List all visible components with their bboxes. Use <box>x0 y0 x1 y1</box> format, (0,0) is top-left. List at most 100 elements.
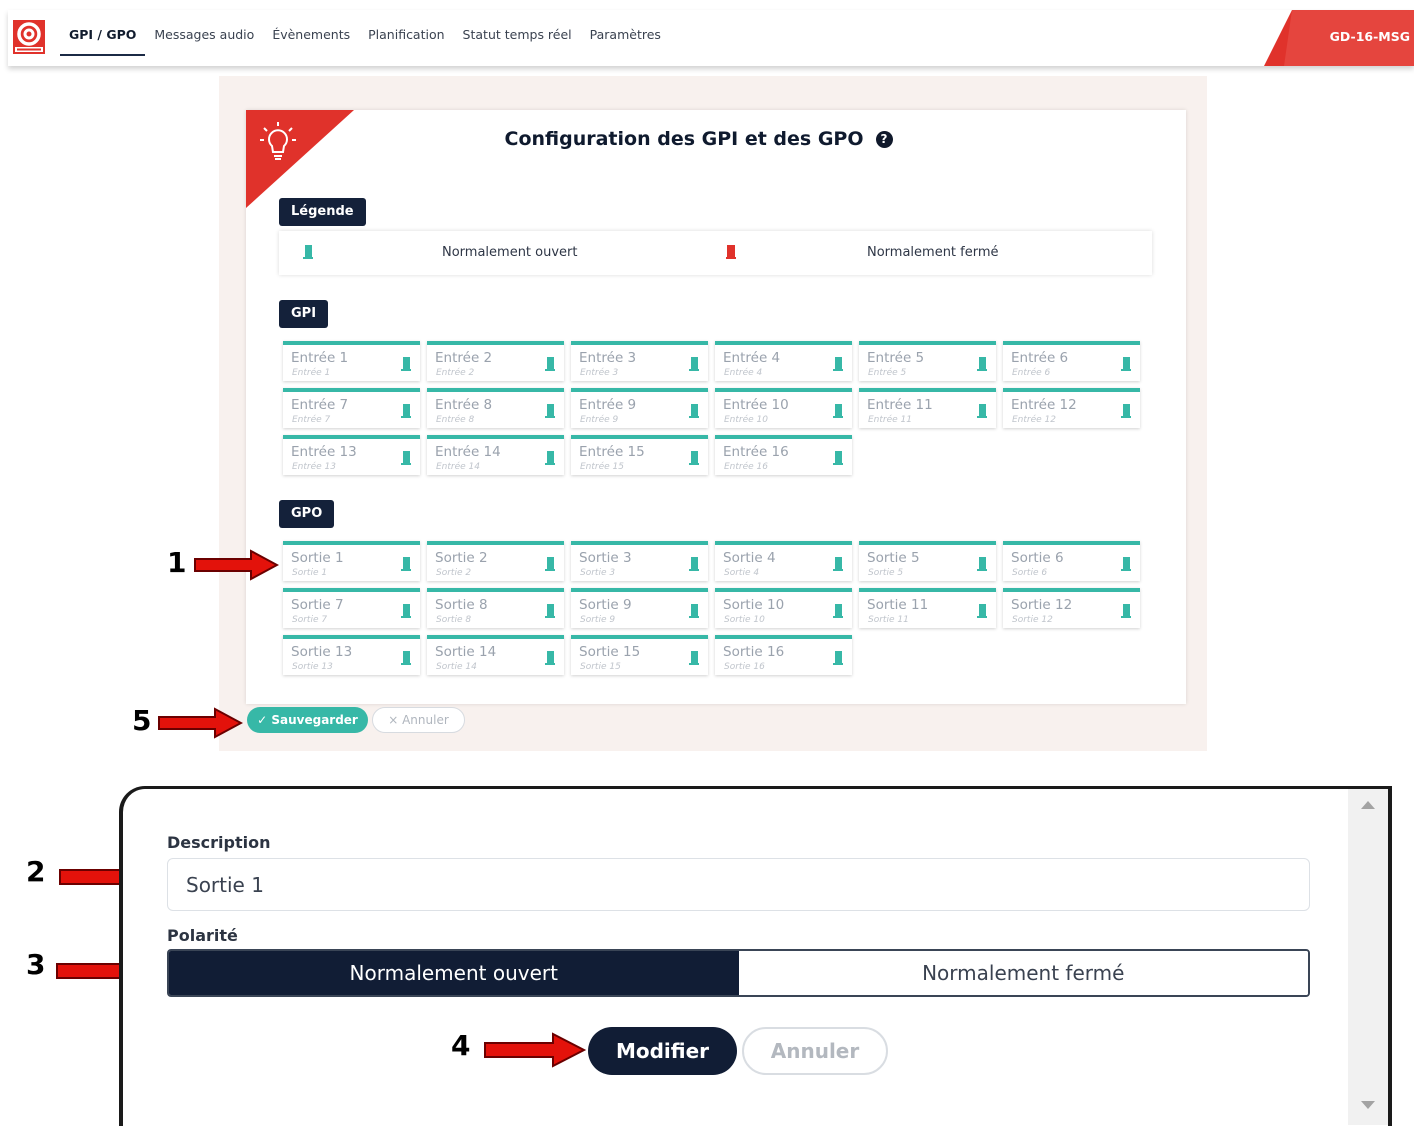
door-open-icon <box>833 604 843 618</box>
gpi-cell[interactable]: Entrée 10 Entrée 10 <box>715 388 852 428</box>
annotation-arrow-1 <box>194 549 279 581</box>
gpi-description: Entrée 16 <box>724 462 769 472</box>
gpo-description: Sortie 5 <box>868 568 904 578</box>
door-open-icon <box>977 557 987 571</box>
gpi-name: Entrée 10 <box>723 397 789 413</box>
door-open-icon <box>833 557 843 571</box>
gpo-description: Sortie 10 <box>724 615 765 625</box>
lightbulb-corner-badge <box>246 110 354 208</box>
nav-settings[interactable]: Paramètres <box>581 10 670 56</box>
gpi-description: Entrée 13 <box>292 462 337 472</box>
device-name[interactable]: GD-16-MSG <box>1330 29 1410 44</box>
door-open-icon <box>977 604 987 618</box>
gpo-cell[interactable]: Sortie 1 Sortie 1 <box>283 541 420 581</box>
save-button[interactable]: ✓ Sauvegarder <box>247 707 368 733</box>
door-open-icon <box>545 404 555 418</box>
nav-gpi-gpo[interactable]: GPI / GPO <box>60 10 146 56</box>
modal-scrollbar[interactable] <box>1348 789 1388 1125</box>
nav-events[interactable]: Évènements <box>263 10 359 56</box>
annotation-number-2: 2 <box>26 855 46 888</box>
gpi-cell[interactable]: Entrée 14 Entrée 14 <box>427 435 564 475</box>
nav-audio-messages[interactable]: Messages audio <box>145 10 263 56</box>
gpi-cell[interactable]: Entrée 11 Entrée 11 <box>859 388 996 428</box>
gpo-description: Sortie 15 <box>580 662 621 672</box>
gpi-cell[interactable]: Entrée 5 Entrée 5 <box>859 341 996 381</box>
gpo-cell[interactable]: Sortie 8 Sortie 8 <box>427 588 564 628</box>
gpo-cell[interactable]: Sortie 10 Sortie 10 <box>715 588 852 628</box>
gpi-cell[interactable]: Entrée 8 Entrée 8 <box>427 388 564 428</box>
door-open-icon <box>545 357 555 371</box>
gpo-description: Sortie 14 <box>436 662 477 672</box>
gpo-name: Sortie 13 <box>291 644 353 660</box>
gpi-name: Entrée 12 <box>1011 397 1077 413</box>
door-open-icon <box>401 404 411 418</box>
door-open-icon <box>401 357 411 371</box>
gpi-cell[interactable]: Entrée 12 Entrée 12 <box>1003 388 1140 428</box>
polarity-normally-open-option[interactable]: Normalement ouvert <box>169 951 739 995</box>
gpo-name: Sortie 2 <box>435 550 488 566</box>
door-open-icon <box>689 651 699 665</box>
door-open-icon <box>1121 357 1131 371</box>
modify-button[interactable]: Modifier <box>588 1027 737 1075</box>
gpi-description: Entrée 15 <box>580 462 625 472</box>
legend-open-label: Normalement ouvert <box>442 245 578 260</box>
gpi-description: Entrée 11 <box>868 415 913 425</box>
gpi-cell[interactable]: Entrée 1 Entrée 1 <box>283 341 420 381</box>
gpo-cell[interactable]: Sortie 6 Sortie 6 <box>1003 541 1140 581</box>
door-open-icon <box>977 404 987 418</box>
cancel-button[interactable]: × Annuler <box>372 707 465 733</box>
gpo-cell[interactable]: Sortie 14 Sortie 14 <box>427 635 564 675</box>
gpo-name: Sortie 7 <box>291 597 344 613</box>
modal-cancel-button[interactable]: Annuler <box>742 1027 888 1075</box>
gpo-cell[interactable]: Sortie 9 Sortie 9 <box>571 588 708 628</box>
gpo-description: Sortie 9 <box>580 615 616 625</box>
gpo-cell[interactable]: Sortie 7 Sortie 7 <box>283 588 420 628</box>
door-open-icon <box>545 604 555 618</box>
door-open-icon <box>689 557 699 571</box>
gpi-description: Entrée 4 <box>724 368 763 378</box>
gpo-cell[interactable]: Sortie 2 Sortie 2 <box>427 541 564 581</box>
door-open-icon <box>545 651 555 665</box>
nav-planning[interactable]: Planification <box>359 10 453 56</box>
page-title: Configuration des GPI et des GPO? <box>246 128 1151 150</box>
gpi-cell[interactable]: Entrée 6 Entrée 6 <box>1003 341 1140 381</box>
gpo-description: Sortie 1 <box>292 568 328 578</box>
description-input[interactable] <box>167 858 1310 911</box>
gpo-cell[interactable]: Sortie 5 Sortie 5 <box>859 541 996 581</box>
legend-box: Normalement ouvert Normalement fermé <box>279 231 1152 275</box>
top-navigation-bar: GPI / GPO Messages audio Évènements Plan… <box>8 10 1414 66</box>
help-icon[interactable]: ? <box>875 131 893 148</box>
gpo-cell[interactable]: Sortie 16 Sortie 16 <box>715 635 852 675</box>
gpi-cell[interactable]: Entrée 2 Entrée 2 <box>427 341 564 381</box>
gpi-name: Entrée 3 <box>579 350 637 366</box>
gpi-name: Entrée 13 <box>291 444 357 460</box>
gpi-cell[interactable]: Entrée 15 Entrée 15 <box>571 435 708 475</box>
gpi-description: Entrée 7 <box>292 415 331 425</box>
gpi-description: Entrée 10 <box>724 415 769 425</box>
gpi-cell[interactable]: Entrée 4 Entrée 4 <box>715 341 852 381</box>
gpo-description: Sortie 4 <box>724 568 760 578</box>
gpi-cell[interactable]: Entrée 9 Entrée 9 <box>571 388 708 428</box>
nav-realtime-status[interactable]: Statut temps réel <box>454 10 581 56</box>
door-open-icon <box>401 451 411 465</box>
gpo-cell[interactable]: Sortie 12 Sortie 12 <box>1003 588 1140 628</box>
polarity-normally-closed-option[interactable]: Normalement fermé <box>738 951 1308 995</box>
gpi-cell[interactable]: Entrée 7 Entrée 7 <box>283 388 420 428</box>
scroll-up-icon[interactable] <box>1361 801 1375 809</box>
gpo-name: Sortie 14 <box>435 644 497 660</box>
annotation-number-1: 1 <box>167 546 187 579</box>
gpo-name: Sortie 12 <box>1011 597 1073 613</box>
gpo-cell[interactable]: Sortie 13 Sortie 13 <box>283 635 420 675</box>
gpo-cell[interactable]: Sortie 3 Sortie 3 <box>571 541 708 581</box>
bouyer-logo <box>13 20 45 54</box>
gpo-cell[interactable]: Sortie 4 Sortie 4 <box>715 541 852 581</box>
gpo-description: Sortie 3 <box>580 568 616 578</box>
gpi-cell[interactable]: Entrée 3 Entrée 3 <box>571 341 708 381</box>
gpo-name: Sortie 15 <box>579 644 641 660</box>
gpo-cell[interactable]: Sortie 11 Sortie 11 <box>859 588 996 628</box>
gpi-cell[interactable]: Entrée 16 Entrée 16 <box>715 435 852 475</box>
gpo-cell[interactable]: Sortie 15 Sortie 15 <box>571 635 708 675</box>
gpi-cell[interactable]: Entrée 13 Entrée 13 <box>283 435 420 475</box>
gpi-description: Entrée 6 <box>1012 368 1051 378</box>
scroll-down-icon[interactable] <box>1361 1101 1375 1109</box>
